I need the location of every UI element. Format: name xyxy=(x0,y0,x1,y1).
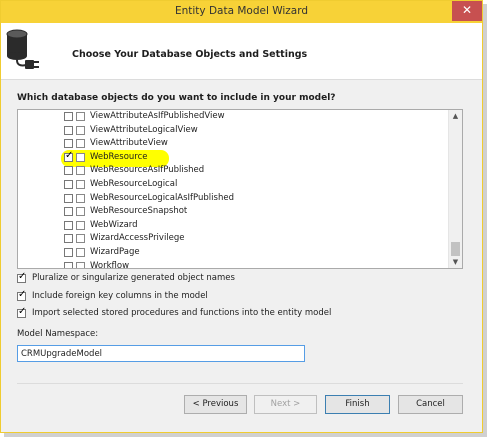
tree-item-label: Workflow xyxy=(90,260,130,269)
tree-item[interactable]: WebResourceLogicalAsIfPublished xyxy=(18,193,448,206)
tree-item[interactable]: ViewAttributeAsIfPublishedView xyxy=(18,111,448,124)
scroll-down-arrow-icon[interactable]: ▼ xyxy=(449,256,462,268)
table-icon xyxy=(76,193,85,203)
table-icon xyxy=(76,139,85,149)
tree-item[interactable]: WizardPage xyxy=(18,247,448,260)
objects-question: Which database objects do you want to in… xyxy=(17,93,336,103)
stored-procs-label: Import selected stored procedures and fu… xyxy=(32,308,332,318)
foreign-keys-label: Include foreign key columns in the model xyxy=(32,291,208,301)
stored-procs-checkbox[interactable] xyxy=(17,306,26,318)
tree-item-label: ViewAttributeLogicalView xyxy=(90,124,198,135)
tree-item-label: ViewAttributeView xyxy=(90,138,168,149)
table-icon xyxy=(76,234,85,244)
table-icon xyxy=(76,248,85,257)
previous-button[interactable]: < Previous xyxy=(184,395,247,414)
tree-item-label: WebResourceAsIfPublished xyxy=(90,165,205,176)
include-checkbox[interactable] xyxy=(64,180,73,189)
namespace-input[interactable] xyxy=(17,345,305,362)
tree-item[interactable]: WebResourceLogical xyxy=(18,179,448,192)
title-bar[interactable]: Entity Data Model Wizard ✕ xyxy=(1,1,482,23)
table-icon xyxy=(76,125,85,135)
table-icon xyxy=(76,112,85,121)
tree-item[interactable]: WebResourceSnapshot xyxy=(18,206,448,219)
header-panel: Choose Your Database Objects and Setting… xyxy=(1,23,482,80)
tree-item[interactable]: WebResource xyxy=(18,149,448,167)
table-icon xyxy=(76,152,85,162)
include-checkbox[interactable] xyxy=(64,150,73,162)
vertical-scrollbar[interactable]: ▲ ▼ xyxy=(448,110,462,268)
tree-item-label: WebResourceSnapshot xyxy=(90,206,188,217)
pluralize-label: Pluralize or singularize generated objec… xyxy=(32,273,235,283)
finish-button[interactable]: Finish xyxy=(325,395,390,414)
tree-item-label: ViewAttributeAsIfPublishedView xyxy=(90,111,225,121)
pluralize-checkbox[interactable] xyxy=(17,271,26,283)
tree-item-label: WizardPage xyxy=(90,247,140,257)
tree-item[interactable]: WebWizard xyxy=(18,220,448,233)
include-checkbox[interactable] xyxy=(64,220,73,230)
table-icon xyxy=(76,220,85,230)
database-objects-tree[interactable]: ▲ ▼ ViewAttributeAsIfPublishedView ViewAt… xyxy=(17,109,463,269)
database-plug-icon xyxy=(6,29,39,69)
cancel-button[interactable]: Cancel xyxy=(398,395,463,414)
tree-item[interactable]: Workflow xyxy=(18,260,448,269)
include-checkbox[interactable] xyxy=(64,248,73,257)
table-icon xyxy=(76,207,85,217)
tree-item-label: WebResource xyxy=(90,151,148,162)
next-button[interactable]: Next > xyxy=(254,395,317,414)
namespace-label: Model Namespace: xyxy=(17,329,99,339)
foreign-keys-checkbox[interactable] xyxy=(17,289,26,301)
window-title: Entity Data Model Wizard xyxy=(174,5,309,17)
tree-item-label: WizardAccessPrivilege xyxy=(90,233,185,244)
table-icon xyxy=(76,166,85,176)
include-checkbox[interactable] xyxy=(64,139,73,149)
table-icon xyxy=(76,261,85,268)
include-checkbox[interactable] xyxy=(64,166,73,176)
tree-item[interactable]: ViewAttributeLogicalView xyxy=(18,125,448,138)
tree-item[interactable]: WizardAccessPrivilege xyxy=(18,233,448,246)
include-checkbox[interactable] xyxy=(64,125,73,135)
page-heading: Choose Your Database Objects and Setting… xyxy=(72,49,308,60)
scroll-up-arrow-icon[interactable]: ▲ xyxy=(449,110,462,122)
close-icon: ✕ xyxy=(461,3,473,17)
tree-item-label: WebResourceLogical xyxy=(90,179,178,189)
include-checkbox[interactable] xyxy=(64,193,73,203)
include-checkbox[interactable] xyxy=(64,234,73,244)
tree-item[interactable]: WebResourceAsIfPublished xyxy=(18,165,448,178)
divider xyxy=(17,383,463,384)
close-button[interactable]: ✕ xyxy=(452,1,482,21)
table-icon xyxy=(76,180,85,189)
tree-item-label: WebResourceLogicalAsIfPublished xyxy=(90,192,234,203)
include-checkbox[interactable] xyxy=(64,207,73,217)
tree-item-label: WebWizard xyxy=(90,219,138,230)
scroll-thumb[interactable] xyxy=(451,242,460,256)
wizard-window: Entity Data Model Wizard ✕ Choose Your D… xyxy=(0,0,483,433)
include-checkbox[interactable] xyxy=(64,112,73,121)
include-checkbox[interactable] xyxy=(64,261,73,268)
